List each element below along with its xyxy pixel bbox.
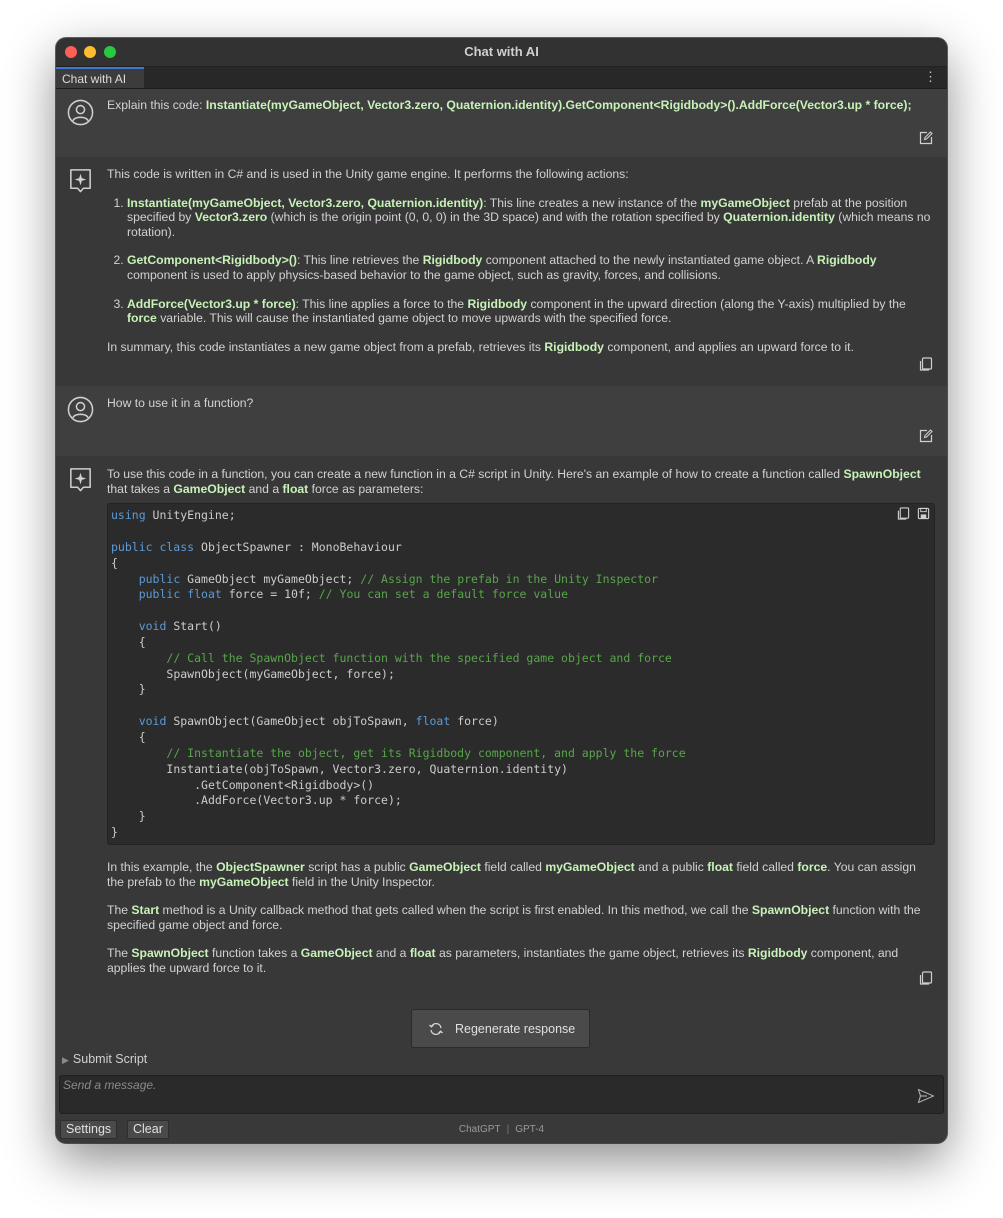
copy-code-icon[interactable]: [897, 507, 910, 520]
copy-icon[interactable]: [919, 971, 933, 985]
message-input[interactable]: Send a message.: [59, 1075, 944, 1114]
ai-avatar-icon: [70, 468, 91, 492]
separator: |: [506, 1124, 510, 1135]
paragraph: The SpawnObject function takes a GameObj…: [107, 946, 899, 975]
paragraph: The Start method is a Unity callback met…: [107, 903, 921, 932]
intro-text: To use this code in a function, you can …: [107, 467, 921, 496]
list-item: AddForce(Vector3.up * force): This line …: [127, 297, 935, 326]
window-title: Chat with AI: [464, 44, 539, 59]
message-text: How to use it in a function?: [107, 396, 254, 410]
edit-icon[interactable]: [919, 131, 933, 145]
more-options-icon[interactable]: ⋮: [924, 70, 937, 84]
message-input-placeholder: Send a message.: [63, 1078, 157, 1092]
ai-avatar-icon: [70, 169, 91, 193]
tab-bar: Chat with AI ⋮: [56, 67, 947, 89]
tab-chat-with-ai[interactable]: Chat with AI: [56, 67, 144, 88]
provider-label: ChatGPT: [458, 1124, 501, 1135]
edit-icon[interactable]: [919, 429, 933, 443]
user-avatar-icon: [67, 396, 94, 423]
send-icon[interactable]: [917, 1088, 935, 1104]
ai-message: This code is written in C# and is used i…: [56, 157, 947, 386]
code-block: using UnityEngine; public class ObjectSp…: [107, 503, 935, 845]
model-label: GPT-4: [515, 1124, 545, 1135]
model-info: ChatGPT | GPT-4: [56, 1124, 947, 1135]
list-item: GetComponent<Rigidbody>(): This line ret…: [127, 253, 935, 282]
paragraph: In this example, the ObjectSpawner scrip…: [107, 859, 916, 889]
save-code-icon[interactable]: [917, 507, 930, 520]
message-text: To use this code in a function, you can …: [107, 467, 935, 975]
summary-text: In summary, this code instantiates a new…: [107, 339, 854, 354]
user-message: How to use it in a function?: [56, 386, 947, 456]
submit-script-foldout[interactable]: ▶ Submit Script: [62, 1052, 147, 1066]
user-avatar-icon: [67, 99, 94, 126]
copy-icon[interactable]: [919, 357, 933, 371]
user-message: Explain this code: Instantiate(myGameObj…: [56, 89, 947, 157]
list-item: Instantiate(myGameObject, Vector3.zero, …: [127, 196, 935, 240]
regenerate-response-button[interactable]: Regenerate response: [411, 1009, 590, 1048]
title-bar: Chat with AI: [56, 38, 947, 67]
explanation-list: Instantiate(myGameObject, Vector3.zero, …: [107, 196, 935, 326]
message-text: Explain this code: Instantiate(myGameObj…: [107, 98, 912, 112]
triangle-right-icon: ▶: [62, 1055, 69, 1065]
ai-message: To use this code in a function, you can …: [56, 456, 947, 1001]
message-text: This code is written in C# and is used i…: [107, 167, 935, 354]
app-window: Chat with AI Chat with AI ⋮ Explain this…: [56, 38, 947, 1143]
refresh-icon: [429, 1022, 443, 1036]
